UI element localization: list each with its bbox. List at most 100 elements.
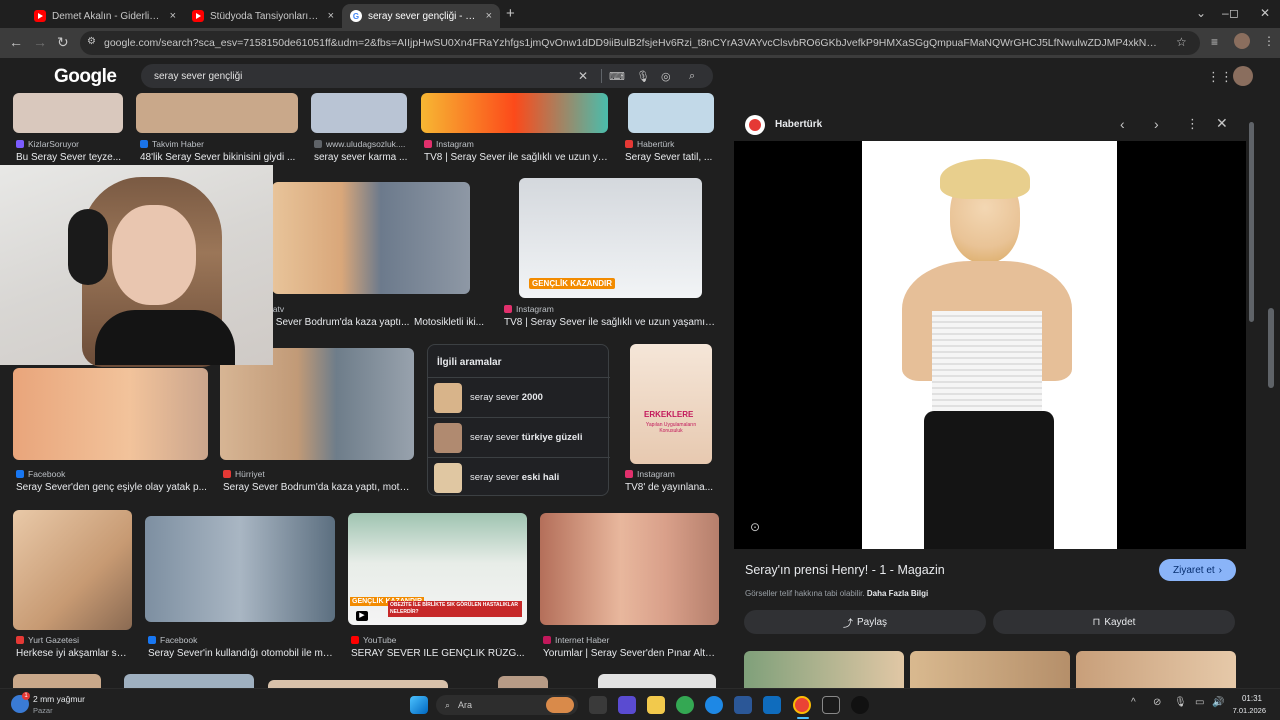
close-tab-icon[interactable]: × <box>328 10 334 22</box>
image-result[interactable] <box>13 674 101 688</box>
image-result[interactable] <box>628 93 714 133</box>
visit-button[interactable]: Ziyaret et › <box>1159 559 1236 581</box>
lens-search-icon[interactable]: ⊙ <box>750 520 760 534</box>
windows-start-icon[interactable] <box>410 696 428 714</box>
panel-source[interactable]: Habertürk <box>775 119 822 130</box>
bookmark-star-icon[interactable]: ☆ <box>1176 35 1187 49</box>
related-search-item[interactable]: seray sever türkiye güzeli <box>428 417 610 457</box>
address-bar[interactable]: ⚙ google.com/search?sca_esv=7158150de610… <box>80 31 1200 55</box>
task-view-icon[interactable] <box>589 696 607 714</box>
result-caption[interactable]: TV8 | Seray Sever ile sağlıklı ve uzun y… <box>424 152 610 163</box>
result-caption[interactable]: TV8' de yayınlana... <box>625 482 715 493</box>
search-icon[interactable]: ⌕ <box>689 70 695 83</box>
chrome-active-icon[interactable] <box>793 696 811 714</box>
image-result[interactable]: GENÇLİK KAZANDIR <box>519 178 702 298</box>
browser-menu-icon[interactable]: ⋮ <box>1263 34 1275 48</box>
network-icon[interactable]: ⊘ <box>1153 697 1161 708</box>
result-caption[interactable]: Seray Sever'den genç eşiyle olay yatak p… <box>16 482 208 493</box>
image-result[interactable] <box>540 513 719 625</box>
next-image-icon[interactable]: › <box>1154 116 1159 132</box>
related-search-item[interactable]: seray sever eski hali <box>428 457 610 497</box>
image-result[interactable] <box>598 674 716 688</box>
share-button[interactable]: ⤴ Paylaş <box>744 610 986 634</box>
google-logo[interactable]: Google <box>54 66 117 88</box>
lens-icon[interactable]: ◎ <box>661 70 671 83</box>
edge-icon[interactable] <box>705 696 723 714</box>
license-link[interactable]: Daha Fazla Bilgi <box>867 589 928 598</box>
result-caption[interactable]: Yorumlar | Seray Sever'den Pınar Altu... <box>543 648 717 659</box>
reading-list-icon[interactable]: ≡ <box>1211 35 1218 49</box>
app-icon[interactable] <box>851 696 869 714</box>
result-caption[interactable]: Seray Sever tatil, ... <box>625 152 713 163</box>
result-caption[interactable]: SERAY SEVER İLE GENÇLİK RÜZG... <box>351 648 525 659</box>
file-explorer-icon[interactable] <box>647 696 665 714</box>
image-result[interactable] <box>13 368 208 460</box>
image-result[interactable] <box>421 93 608 133</box>
clock-date[interactable]: 7.01.2026 <box>1224 706 1266 715</box>
save-button[interactable]: ⊓ Kaydet <box>993 610 1235 634</box>
related-search-item[interactable]: seray sever 2000 <box>428 377 610 417</box>
preview-image[interactable] <box>862 141 1117 549</box>
related-image[interactable] <box>1076 651 1236 688</box>
image-result[interactable] <box>145 516 335 622</box>
previous-image-icon[interactable]: ‹ <box>1120 116 1125 132</box>
more-options-icon[interactable]: ⋮ <box>1186 116 1199 132</box>
result-caption[interactable]: Bu Seray Sever teyze... <box>16 152 128 163</box>
mic-icon[interactable]: 🎙 <box>636 70 650 83</box>
taskbar-search[interactable]: ⌕ Ara <box>436 695 578 715</box>
result-caption[interactable]: Motosikletli iki... <box>414 317 490 328</box>
close-window-button[interactable]: ✕ <box>1260 6 1270 20</box>
terminal-icon[interactable] <box>822 696 840 714</box>
panel-title[interactable]: Seray'ın prensi Henry! - 1 - Magazin <box>745 563 945 577</box>
tab-studyoda[interactable]: Stüdyoda Tansiyonları Yükselten × <box>184 4 342 28</box>
result-caption[interactable]: Herkese iyi akşamlar se... <box>16 648 130 659</box>
site-info-icon[interactable]: ⚙ <box>87 36 96 47</box>
result-caption[interactable]: TV8 | Seray Sever ile sağlıklı ve uzun y… <box>504 317 716 328</box>
related-image[interactable] <box>910 651 1070 688</box>
widgets-icon[interactable] <box>618 696 636 714</box>
tab-google-search[interactable]: G seray sever gençliği - Google'da × <box>342 4 500 28</box>
keyboard-icon[interactable]: ⌨ <box>609 70 625 83</box>
search-input[interactable]: seray sever gençliği ✕ ⌨ 🎙 ◎ ⌕ <box>141 64 713 88</box>
result-caption[interactable]: seray sever karma ... <box>314 152 410 163</box>
microphone-icon[interactable]: 🎙 <box>1174 697 1187 708</box>
apps-grid-icon[interactable]: ⋮⋮ <box>1207 69 1233 85</box>
image-result[interactable] <box>498 676 548 688</box>
related-image[interactable] <box>744 651 904 688</box>
image-result[interactable] <box>13 93 123 133</box>
clock-time[interactable]: 01:31 <box>1232 694 1262 703</box>
image-result[interactable]: ERKEKLERE Yapılan Uygulamaların Konusulu… <box>630 344 712 464</box>
result-caption[interactable]: y Sever Bodrum'da kaza yaptı... <box>268 317 410 328</box>
image-result[interactable] <box>311 93 407 133</box>
result-caption[interactable]: Seray Sever Bodrum'da kaza yaptı, moto..… <box>223 482 413 493</box>
result-caption[interactable]: Seray Sever'in kullandığı otomobil ile m… <box>148 648 334 659</box>
mail-icon[interactable] <box>763 696 781 714</box>
reload-button[interactable]: ↻ <box>57 34 69 51</box>
close-panel-icon[interactable]: ✕ <box>1216 115 1228 132</box>
scrollbar-thumb[interactable] <box>1249 122 1254 322</box>
panel-scrollbar[interactable] <box>1247 108 1256 688</box>
chrome-icon[interactable] <box>676 696 694 714</box>
clear-search-icon[interactable]: ✕ <box>578 69 588 83</box>
forward-button[interactable]: → <box>33 34 47 50</box>
close-tab-icon[interactable]: × <box>170 10 176 22</box>
close-tab-icon[interactable]: × <box>486 10 492 22</box>
image-result[interactable] <box>268 680 448 688</box>
back-button[interactable]: ← <box>9 34 23 50</box>
new-tab-button[interactable]: + <box>506 5 515 22</box>
result-caption[interactable]: 48'lik Seray Sever bikinisini giydi ... <box>140 152 296 163</box>
store-icon[interactable] <box>734 696 752 714</box>
image-result[interactable]: GENÇLİK KAZANDIR OBEZİTE İLE BİRLİKTE SI… <box>348 513 527 625</box>
image-result[interactable] <box>13 510 132 630</box>
tab-demet-akalin[interactable]: Demet Akalın - Giderli Şarkılar × <box>26 4 184 28</box>
volume-icon[interactable]: 🔊 <box>1212 697 1224 708</box>
display-icon[interactable]: ▭ <box>1195 697 1204 708</box>
tray-chevron-icon[interactable]: ^ <box>1131 697 1136 708</box>
account-avatar[interactable] <box>1233 66 1253 86</box>
image-result[interactable] <box>124 674 254 688</box>
tab-search-icon[interactable]: ⌄ <box>1196 6 1206 20</box>
weather-text[interactable]: 2 mm yağmur <box>33 694 85 704</box>
profile-avatar[interactable] <box>1234 33 1250 49</box>
page-scrollbar-thumb[interactable] <box>1268 308 1274 388</box>
minimize-button[interactable]: – <box>1222 6 1229 20</box>
